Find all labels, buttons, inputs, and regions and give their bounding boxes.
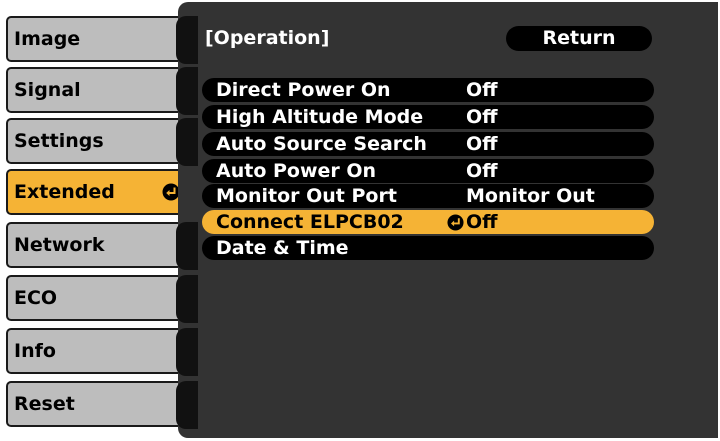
setting-label: Date & Time (216, 237, 349, 259)
menu-tab-connector (176, 328, 198, 376)
setting-row-auto-power-on[interactable]: Auto Power On Off (202, 159, 654, 183)
setting-label: Direct Power On (216, 79, 391, 101)
setting-value: Monitor Out (466, 185, 595, 207)
setting-row-date-time[interactable]: Date & Time (202, 236, 654, 260)
setting-value: Off (466, 211, 498, 233)
menu-item-label: Image (14, 28, 81, 50)
menu-item-label: Reset (14, 393, 75, 415)
setting-label: Monitor Out Port (216, 185, 397, 207)
setting-label: Auto Power On (216, 160, 377, 182)
setting-label: High Altitude Mode (216, 106, 424, 128)
setting-value: Off (466, 160, 498, 182)
menu-item-label: Info (14, 340, 56, 362)
menu-item-image[interactable]: Image (6, 16, 192, 62)
menu-item-signal[interactable]: Signal (6, 67, 192, 113)
menu-tab-connector (176, 222, 198, 270)
setting-row-monitor-out-port[interactable]: Monitor Out Port Monitor Out (202, 184, 654, 208)
menu-item-label: ECO (14, 287, 58, 309)
menu-item-label: Signal (14, 79, 81, 101)
setting-value: Off (466, 106, 498, 128)
menu-tab-connector (176, 67, 198, 115)
setting-row-high-altitude-mode[interactable]: High Altitude Mode Off (202, 105, 654, 129)
panel-title: [Operation] (205, 27, 330, 49)
menu-tab-connector (176, 275, 198, 323)
enter-icon (447, 214, 464, 231)
menu-item-label: Network (14, 234, 105, 256)
menu-item-info[interactable]: Info (6, 328, 192, 374)
menu-item-network[interactable]: Network (6, 222, 192, 268)
menu-item-eco[interactable]: ECO (6, 275, 192, 321)
menu-item-label: Settings (14, 130, 104, 152)
setting-value: Off (466, 79, 498, 101)
setting-label: Connect ELPCB02 (216, 211, 404, 233)
setting-row-connect-elpcb02[interactable]: Connect ELPCB02 Off (202, 210, 654, 234)
menu-tab-connector (176, 118, 198, 166)
menu-item-extended[interactable]: Extended (6, 169, 192, 215)
return-button[interactable]: Return (506, 26, 652, 51)
menu-tab-connector (176, 16, 198, 64)
setting-row-direct-power-on[interactable]: Direct Power On Off (202, 78, 654, 102)
setting-value: Off (466, 133, 498, 155)
menu-tab-connector (176, 381, 198, 429)
menu-item-settings[interactable]: Settings (6, 118, 192, 164)
setting-row-auto-source-search[interactable]: Auto Source Search Off (202, 132, 654, 156)
setting-label: Auto Source Search (216, 133, 427, 155)
menu-item-label: Extended (14, 181, 115, 203)
main-menu: Image Signal Settings Extended Network E… (0, 0, 192, 441)
menu-item-reset[interactable]: Reset (6, 381, 192, 427)
